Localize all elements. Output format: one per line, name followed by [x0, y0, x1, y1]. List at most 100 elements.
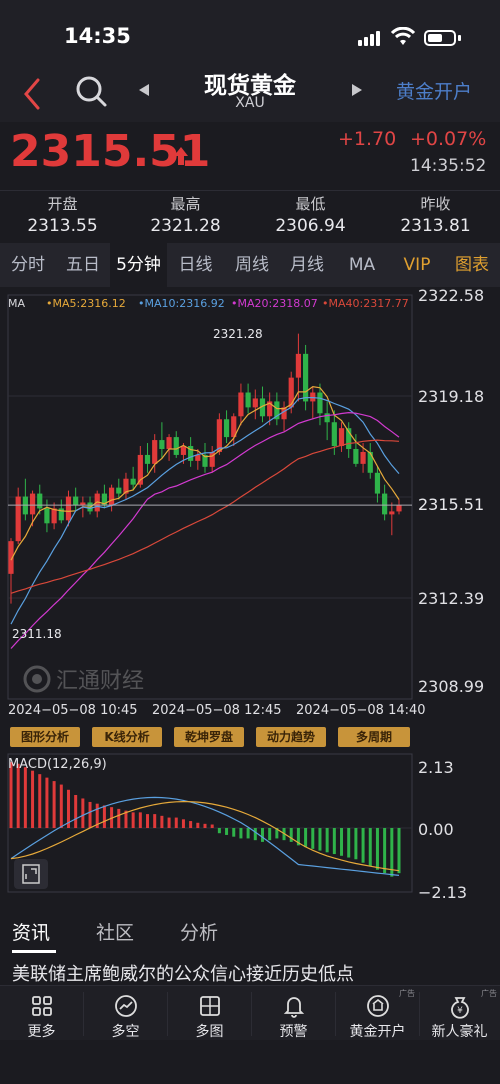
- compass-button[interactable]: 乾坤罗盘: [174, 727, 244, 747]
- toolbar-label: 预警: [279, 1024, 308, 1040]
- tab-analysis[interactable]: 分析: [180, 918, 218, 945]
- open-account-link[interactable]: 黄金开户: [396, 77, 472, 104]
- multi-period-button[interactable]: 多周期: [338, 727, 410, 747]
- tab-community[interactable]: 社区: [96, 918, 134, 945]
- fullscreen-icon: [22, 864, 40, 884]
- candle-body: [180, 446, 187, 455]
- status-bar: 14:35: [0, 0, 500, 70]
- x-tick: 2024−05−08 14:40: [296, 703, 426, 718]
- macd-bar: [375, 828, 379, 870]
- high-label: 2321.28: [213, 327, 263, 341]
- toolbar-label: 多图: [195, 1024, 224, 1040]
- macd-bar: [239, 828, 243, 839]
- macd-tick: 2.13: [418, 758, 454, 777]
- macd-bar: [45, 777, 49, 828]
- macd-bar: [146, 814, 150, 828]
- macd-group: [9, 761, 401, 877]
- tab-vip[interactable]: VIP: [390, 243, 444, 287]
- watermark: 汇通财经: [22, 663, 144, 695]
- news-tabs: 资讯 社区 分析: [0, 912, 500, 953]
- tab-5min[interactable]: 5分钟: [110, 243, 167, 287]
- ma40-label: •MA40:2317.77: [322, 297, 409, 310]
- price-change-pct: +0.07%: [410, 128, 487, 150]
- macd-bar: [325, 828, 329, 853]
- bell-icon: [283, 997, 304, 1018]
- tab-daily[interactable]: 日线: [167, 243, 224, 287]
- macd-bar: [304, 828, 308, 848]
- macd-bar: [368, 828, 372, 867]
- chart-area[interactable]: MA •MA5:2316.12 •MA10:2316.92 •MA20:2318…: [0, 286, 500, 912]
- app-root: 14:35 现货黄金 XAU 黄金开户 2315.51 +1.70 +0.07%…: [0, 0, 500, 1084]
- candle-body: [173, 437, 179, 455]
- status-time: 14:35: [64, 24, 131, 48]
- back-icon[interactable]: [20, 76, 44, 112]
- fullscreen-button[interactable]: [14, 859, 48, 889]
- tab-monthly[interactable]: 月线: [280, 243, 334, 287]
- trend-circle-icon: [114, 995, 137, 1017]
- macd-bar: [59, 784, 63, 828]
- candle-body: [374, 472, 381, 494]
- candle-body: [152, 440, 158, 464]
- graph-analysis-button[interactable]: 图形分析: [10, 727, 80, 747]
- bottom-toolbar: 更多 多空 多图 预警 广告 黄金开户 广告 ¥ 新人豪礼: [0, 985, 500, 1040]
- candle-body: [166, 437, 172, 449]
- tab-ma[interactable]: MA: [334, 243, 390, 287]
- macd-bar: [232, 828, 236, 837]
- macd-bar: [131, 812, 135, 828]
- macd-bar: [52, 781, 56, 828]
- macd-bar: [16, 763, 20, 828]
- gold-account-button[interactable]: 广告 黄金开户: [336, 986, 419, 1041]
- macd-bar: [196, 822, 200, 828]
- candle-body: [338, 428, 345, 447]
- macd-bar: [354, 828, 358, 860]
- candle-body: [302, 353, 309, 402]
- ma5-line: [10, 385, 400, 561]
- x-tick: 2024−05−08 12:45: [152, 703, 282, 718]
- macd-bar: [383, 828, 387, 874]
- toolbar-label: 黄金开户: [349, 1024, 406, 1040]
- candle-body: [29, 493, 36, 515]
- search-icon[interactable]: [74, 74, 108, 108]
- last-price-tag: 2315.51: [416, 495, 496, 519]
- long-short-button[interactable]: 多空: [84, 986, 167, 1041]
- candle-body: [73, 496, 79, 506]
- candle-body: [223, 419, 230, 438]
- macd-bar: [332, 828, 336, 855]
- stat-high: 最高 2321.28: [123, 193, 248, 236]
- tab-intraday[interactable]: 分时: [0, 243, 56, 287]
- svg-text:¥: ¥: [457, 1006, 463, 1016]
- candle-body: [367, 451, 373, 473]
- quote-header: 2315.51 +1.70 +0.07% 14:35:52: [0, 122, 500, 190]
- momentum-trend-button[interactable]: 动力趋势: [256, 727, 326, 747]
- macd-bar: [347, 828, 351, 858]
- news-headline[interactable]: 美联储主席鲍威尔的公众信心接近历史低点: [12, 960, 492, 986]
- stat-label: 昨收: [420, 195, 451, 213]
- multi-chart-button[interactable]: 多图: [168, 986, 251, 1041]
- candle-body: [108, 487, 115, 506]
- macd-tick: −2.13: [418, 883, 468, 902]
- candle-body: [245, 392, 251, 408]
- macd-bar: [117, 808, 121, 828]
- macd-bar: [81, 798, 85, 828]
- kline-analysis-button[interactable]: K线分析: [92, 727, 162, 747]
- candle-body: [331, 422, 337, 447]
- macd-bar: [138, 812, 142, 828]
- next-symbol-icon[interactable]: [350, 82, 364, 98]
- tab-news[interactable]: 资讯: [12, 918, 50, 945]
- candle-body: [353, 448, 359, 464]
- new-user-gift-button[interactable]: 广告 ¥ 新人豪礼: [418, 986, 500, 1041]
- tab-weekly[interactable]: 周线: [224, 243, 280, 287]
- prev-symbol-icon[interactable]: [137, 82, 151, 98]
- stat-label: 最低: [295, 195, 326, 213]
- alert-button[interactable]: 预警: [252, 986, 335, 1041]
- more-button[interactable]: 更多: [0, 986, 83, 1041]
- tab-chart[interactable]: 图表: [444, 243, 500, 287]
- candle-body: [382, 493, 388, 515]
- x-tick: 2024−05−08 10:45: [8, 703, 138, 718]
- ma5-label: •MA5:2316.12: [46, 297, 126, 310]
- price-change: +1.70: [338, 128, 397, 150]
- macd-bar: [189, 821, 193, 828]
- ma-label: MA: [8, 297, 26, 310]
- tab-five-day[interactable]: 五日: [56, 243, 110, 287]
- candle-body: [396, 505, 402, 512]
